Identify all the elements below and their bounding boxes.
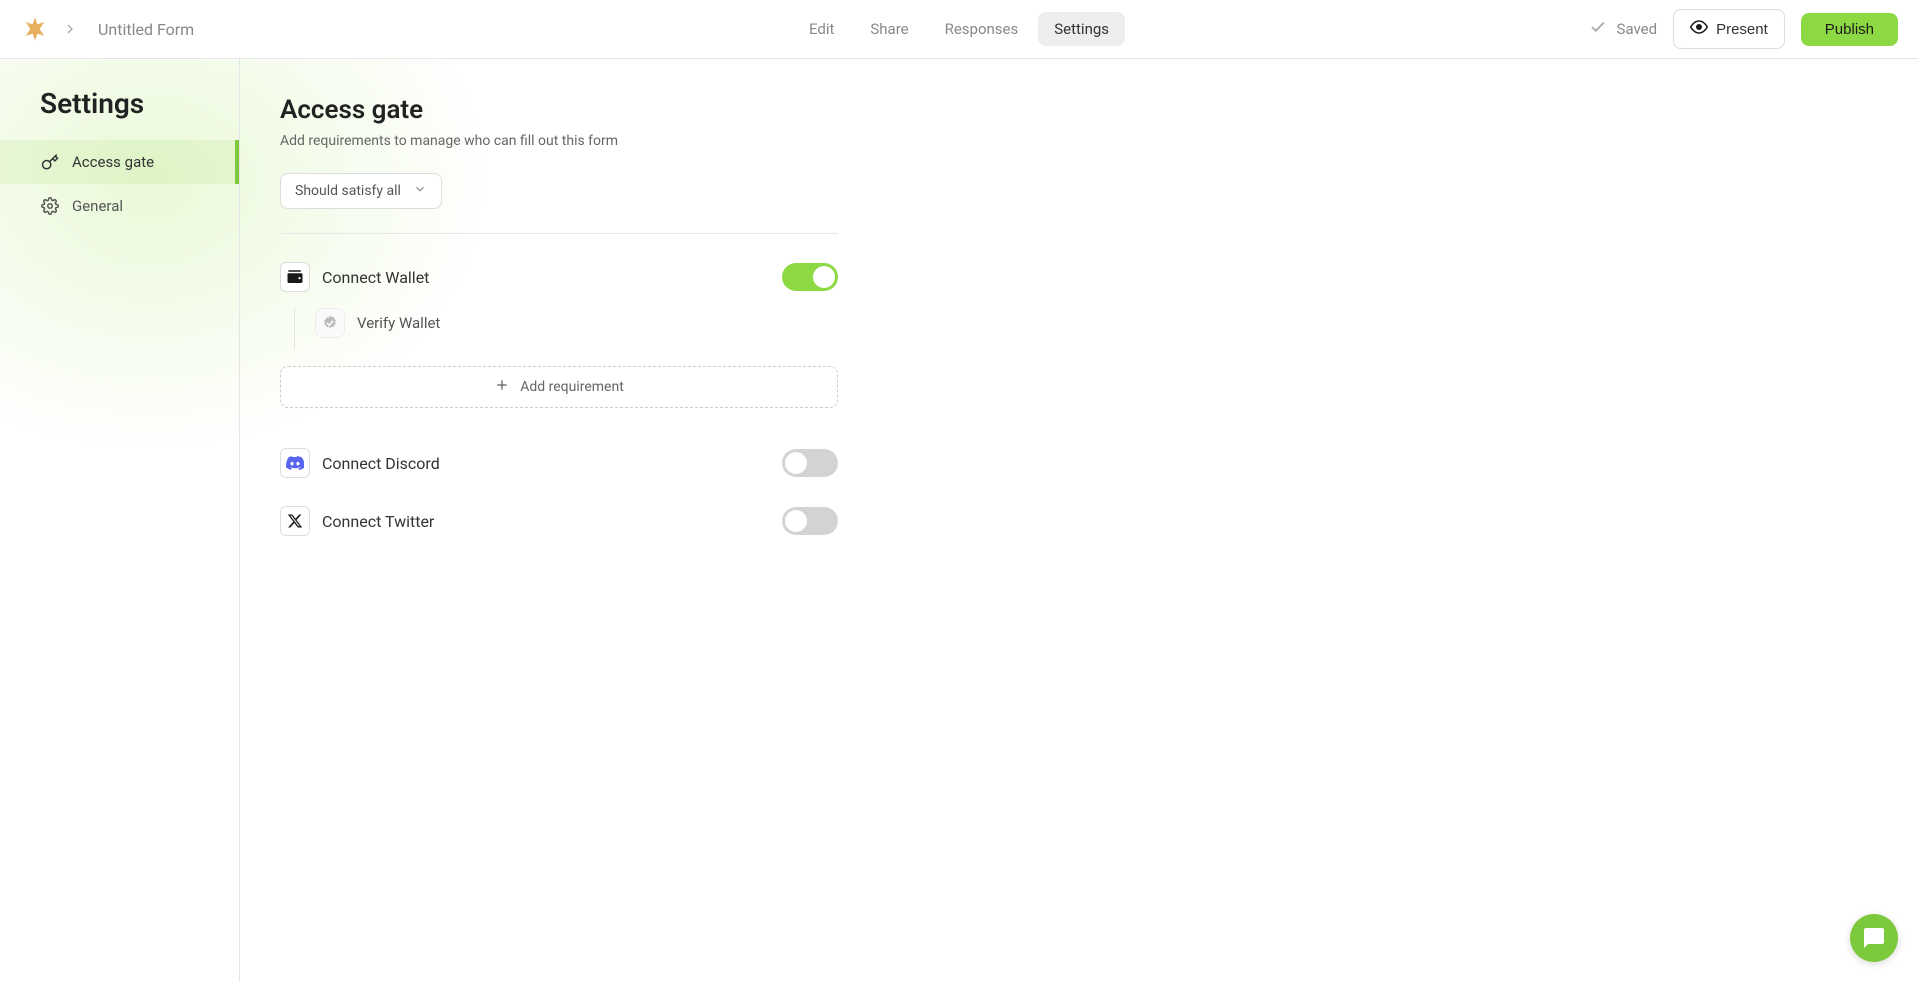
sidebar-item-label: Access gate bbox=[72, 153, 154, 171]
sidebar-item-general[interactable]: General bbox=[0, 184, 239, 228]
app-logo[interactable] bbox=[20, 14, 50, 44]
satisfy-dropdown[interactable]: Should satisfy all bbox=[280, 173, 442, 209]
add-requirement-label: Add requirement bbox=[520, 379, 624, 395]
gear-icon bbox=[40, 196, 60, 216]
saved-status: Saved bbox=[1589, 18, 1658, 40]
tab-responses[interactable]: Responses bbox=[929, 12, 1035, 46]
requirement-label: Connect Discord bbox=[322, 454, 770, 473]
eye-icon bbox=[1690, 18, 1708, 40]
wallet-toggle[interactable] bbox=[782, 263, 838, 291]
present-button[interactable]: Present bbox=[1673, 9, 1785, 49]
breadcrumb-chevron-icon bbox=[62, 21, 78, 37]
twitter-x-icon bbox=[280, 506, 310, 536]
sub-requirement-label: Verify Wallet bbox=[357, 314, 440, 332]
saved-label: Saved bbox=[1617, 20, 1658, 38]
topbar-right: Saved Present Publish bbox=[1589, 9, 1898, 49]
page-title: Access gate bbox=[280, 95, 1878, 125]
requirement-twitter: Connect Twitter bbox=[280, 506, 838, 536]
requirement-row: Connect Twitter bbox=[280, 506, 838, 536]
sub-requirement-verify-wallet[interactable]: Verify Wallet bbox=[294, 308, 838, 350]
satisfy-label: Should satisfy all bbox=[295, 183, 401, 199]
form-title[interactable]: Untitled Form bbox=[98, 20, 194, 39]
page-subtitle: Add requirements to manage who can fill … bbox=[280, 133, 1878, 149]
key-icon bbox=[40, 152, 60, 172]
topbar-left: Untitled Form bbox=[20, 14, 194, 44]
verify-badge-icon bbox=[315, 308, 345, 338]
wallet-icon bbox=[280, 262, 310, 292]
requirement-row: Connect Wallet bbox=[280, 262, 838, 292]
discord-toggle[interactable] bbox=[782, 449, 838, 477]
tab-edit[interactable]: Edit bbox=[793, 12, 850, 46]
plus-icon bbox=[494, 377, 510, 397]
requirement-label: Connect Wallet bbox=[322, 268, 770, 287]
sidebar-title: Settings bbox=[0, 87, 239, 140]
main-tabs: Edit Share Responses Settings bbox=[793, 12, 1125, 46]
requirement-label: Connect Twitter bbox=[322, 512, 770, 531]
settings-content: Access gate Add requirements to manage w… bbox=[240, 59, 1918, 982]
present-label: Present bbox=[1716, 21, 1768, 38]
tab-settings[interactable]: Settings bbox=[1038, 12, 1125, 46]
add-requirement-button[interactable]: Add requirement bbox=[280, 366, 838, 408]
sidebar-item-access-gate[interactable]: Access gate bbox=[0, 140, 239, 184]
sidebar-item-label: General bbox=[72, 197, 123, 215]
top-bar: Untitled Form Edit Share Responses Setti… bbox=[0, 0, 1918, 59]
divider bbox=[280, 233, 838, 234]
main-layout: Settings Access gate General Access gate… bbox=[0, 59, 1918, 982]
publish-button[interactable]: Publish bbox=[1801, 13, 1898, 46]
twitter-toggle[interactable] bbox=[782, 507, 838, 535]
requirement-wallet: Connect Wallet Verify Wallet Add require… bbox=[280, 262, 838, 408]
settings-sidebar: Settings Access gate General bbox=[0, 59, 240, 982]
requirement-row: Connect Discord bbox=[280, 448, 838, 478]
check-icon bbox=[1589, 18, 1607, 40]
tab-share[interactable]: Share bbox=[854, 12, 924, 46]
discord-icon bbox=[280, 448, 310, 478]
requirement-discord: Connect Discord bbox=[280, 448, 838, 478]
chevron-down-icon bbox=[413, 182, 427, 200]
